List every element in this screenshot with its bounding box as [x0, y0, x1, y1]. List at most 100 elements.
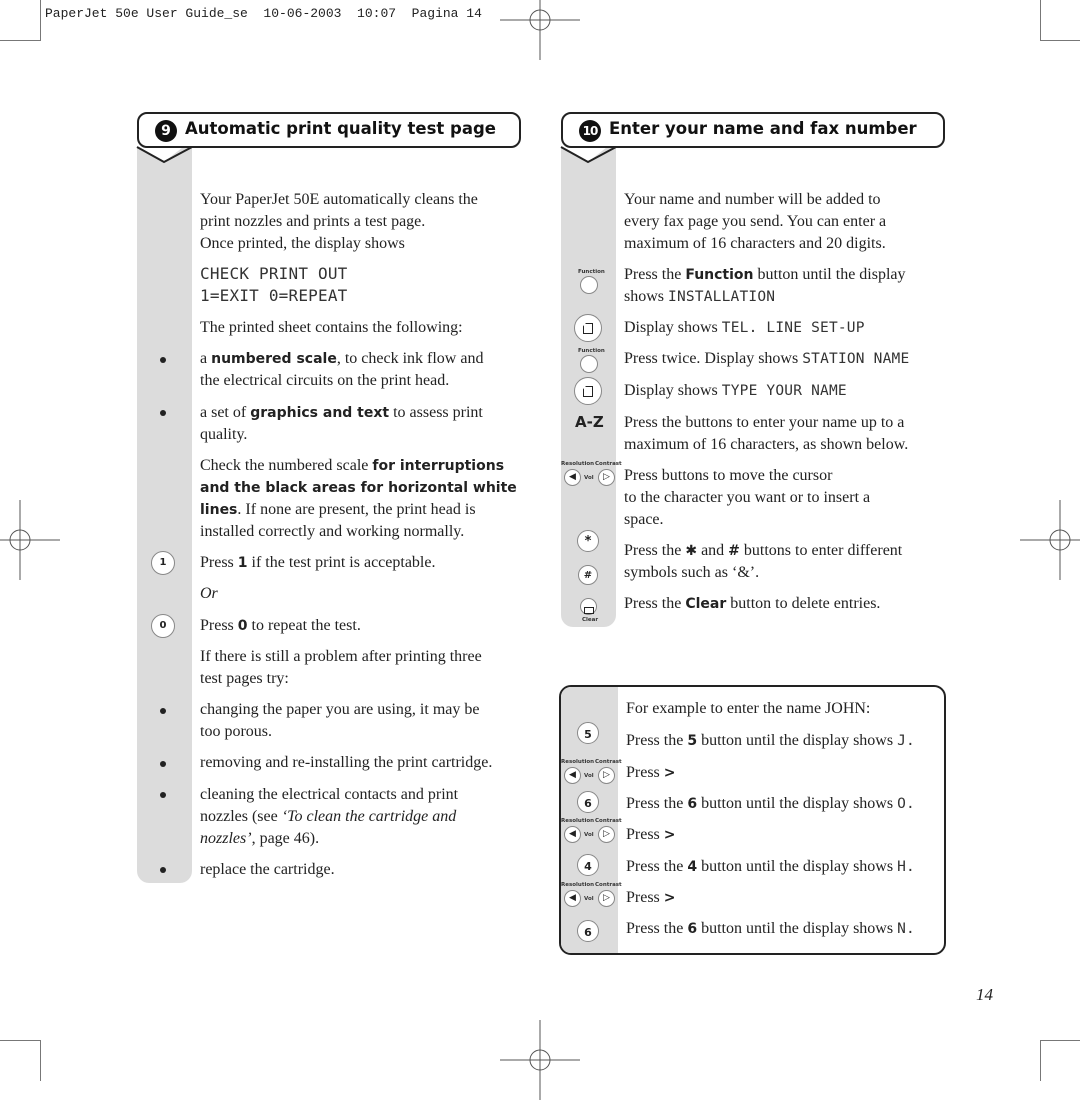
bullet-item: a set of graphics and text to assess pri…: [200, 404, 483, 443]
check-instructions: Check the numbered scale for interruptio…: [200, 457, 517, 540]
bullet-item: removing and re-installing the print car…: [200, 754, 493, 771]
example-intro: For example to enter the name JOHN:: [626, 700, 871, 717]
example-step: Press the 6 button until the display sho…: [626, 920, 915, 937]
step-a-z: Press the buttons to enter your name up …: [624, 414, 909, 453]
press-1-instruction: Press 1 if the test print is acceptable.: [200, 554, 436, 571]
trim-mark-top-right: [1040, 0, 1080, 41]
left-arrow-button[interactable]: ◀: [564, 826, 581, 843]
section-title: Automatic print quality test page: [185, 119, 496, 138]
trim-mark-bottom-right: [1040, 1040, 1080, 1081]
section-header-10: 10 Enter your name and fax number: [561, 112, 945, 148]
example-step: Press >: [626, 826, 676, 843]
contrast-label: Contrast: [595, 882, 622, 888]
star-button[interactable]: *: [577, 530, 599, 552]
bullet: [160, 792, 166, 798]
bullet: [160, 761, 166, 767]
page-number: 14: [976, 985, 993, 1004]
page-icon: [583, 323, 593, 334]
section-title: Enter your name and fax number: [609, 119, 917, 138]
key-4-button[interactable]: 4: [577, 854, 599, 876]
left-gutter: [137, 140, 192, 883]
bullet-item: changing the paper you are using, it may…: [200, 701, 480, 740]
registration-mark-top: [500, 0, 580, 60]
example-step: Press >: [626, 764, 676, 781]
ok-button[interactable]: [574, 377, 602, 405]
display-line: CHECK PRINT OUT: [200, 264, 348, 283]
step-number-badge: 9: [155, 120, 177, 142]
a-z-keys-label: A-Z: [575, 413, 604, 431]
intro-line: Once printed, the display shows: [200, 235, 405, 252]
step-tel-line: Display shows TEL. LINE SET-UP: [624, 319, 865, 336]
step-function: Press the Function button until the disp…: [624, 266, 906, 305]
vol-label: Vol: [584, 773, 594, 779]
bullet: [160, 708, 166, 714]
example-step: Press the 5 button until the display sho…: [626, 732, 915, 749]
key-5-button[interactable]: 5: [577, 722, 599, 744]
step-clear: Press the Clear button to delete entries…: [624, 595, 881, 612]
bullet: [160, 357, 166, 363]
key-6-button[interactable]: 6: [577, 920, 599, 942]
ok-button[interactable]: [574, 314, 602, 342]
left-arrow-button[interactable]: ◀: [564, 469, 581, 486]
right-arrow-button[interactable]: ▷: [598, 890, 615, 907]
registration-mark-left: [0, 500, 60, 580]
vol-label: Vol: [584, 475, 594, 481]
resolution-label: Resolution: [561, 882, 595, 888]
key-1-button[interactable]: 1: [151, 551, 175, 575]
example-step: Press the 4 button until the display sho…: [626, 858, 915, 875]
press-0-instruction: Press 0 to repeat the test.: [200, 617, 361, 634]
key-0-button[interactable]: 0: [151, 614, 175, 638]
section-header-9: 9 Automatic print quality test page: [137, 112, 521, 148]
print-slug: PaperJet 50e User Guide_se 10-06-2003 10…: [45, 6, 482, 21]
resolution-label: Resolution: [561, 759, 595, 765]
bullet-item: cleaning the electrical contacts and pri…: [200, 786, 459, 847]
right-arrow-button[interactable]: ▷: [598, 469, 615, 486]
function-key-label: Function: [578, 269, 605, 275]
example-step: Press >: [626, 889, 676, 906]
vol-label: Vol: [584, 832, 594, 838]
trim-mark-top-left: [0, 0, 41, 41]
step-press-twice: Press twice. Display shows STATION NAME: [624, 350, 910, 367]
step-type-name: Display shows TYPE YOUR NAME: [624, 382, 847, 399]
cross-reference-link[interactable]: ‘To clean the cartridge and: [282, 808, 457, 825]
left-arrow-button[interactable]: ◀: [564, 890, 581, 907]
function-key-label: Function: [578, 348, 605, 354]
function-button[interactable]: [580, 276, 598, 294]
intro-text: Your PaperJet 50E automatically cleans t…: [200, 189, 478, 255]
contrast-label: Contrast: [595, 461, 622, 467]
step-symbols: Press the ✱ and # buttons to enter diffe…: [624, 542, 903, 581]
registration-mark-right: [1020, 500, 1080, 580]
or-text: Or: [200, 585, 218, 602]
trim-mark-bottom-left: [0, 1040, 41, 1081]
bullet: [160, 410, 166, 416]
sheet-intro: The printed sheet contains the following…: [200, 319, 463, 336]
example-step: Press the 6 button until the display sho…: [626, 795, 915, 812]
bullet: [160, 867, 166, 873]
right-arrow-button[interactable]: ▷: [598, 767, 615, 784]
right-arrow-button[interactable]: ▷: [598, 826, 615, 843]
resolution-label: Resolution: [561, 461, 595, 467]
key-6-button[interactable]: 6: [577, 791, 599, 813]
book-icon: [583, 607, 594, 614]
hash-button[interactable]: #: [578, 565, 598, 585]
intro-line: Your PaperJet 50E automatically cleans t…: [200, 191, 478, 208]
step-cursor: Press buttons to move the cursor to the …: [624, 467, 871, 528]
display-readout: CHECK PRINT OUT 1=EXIT 0=REPEAT: [200, 263, 348, 307]
page-icon: [583, 386, 593, 397]
display-line: 1=EXIT 0=REPEAT: [200, 286, 348, 305]
clear-button[interactable]: [580, 598, 597, 615]
registration-mark-bottom: [500, 1020, 580, 1100]
left-arrow-button[interactable]: ◀: [564, 767, 581, 784]
vol-label: Vol: [584, 896, 594, 902]
problem-text: If there is still a problem after printi…: [200, 648, 482, 687]
resolution-label: Resolution: [561, 818, 595, 824]
function-button[interactable]: [580, 355, 598, 373]
intro-text: Your name and number will be added to ev…: [624, 191, 887, 252]
bullet-item: replace the cartridge.: [200, 861, 335, 878]
intro-line: print nozzles and prints a test page.: [200, 213, 426, 230]
step-number-badge: 10: [579, 120, 601, 142]
contrast-label: Contrast: [595, 818, 622, 824]
bullet-item: a numbered scale, to check ink flow and …: [200, 350, 484, 389]
contrast-label: Contrast: [595, 759, 622, 765]
clear-label: Clear: [582, 617, 599, 623]
